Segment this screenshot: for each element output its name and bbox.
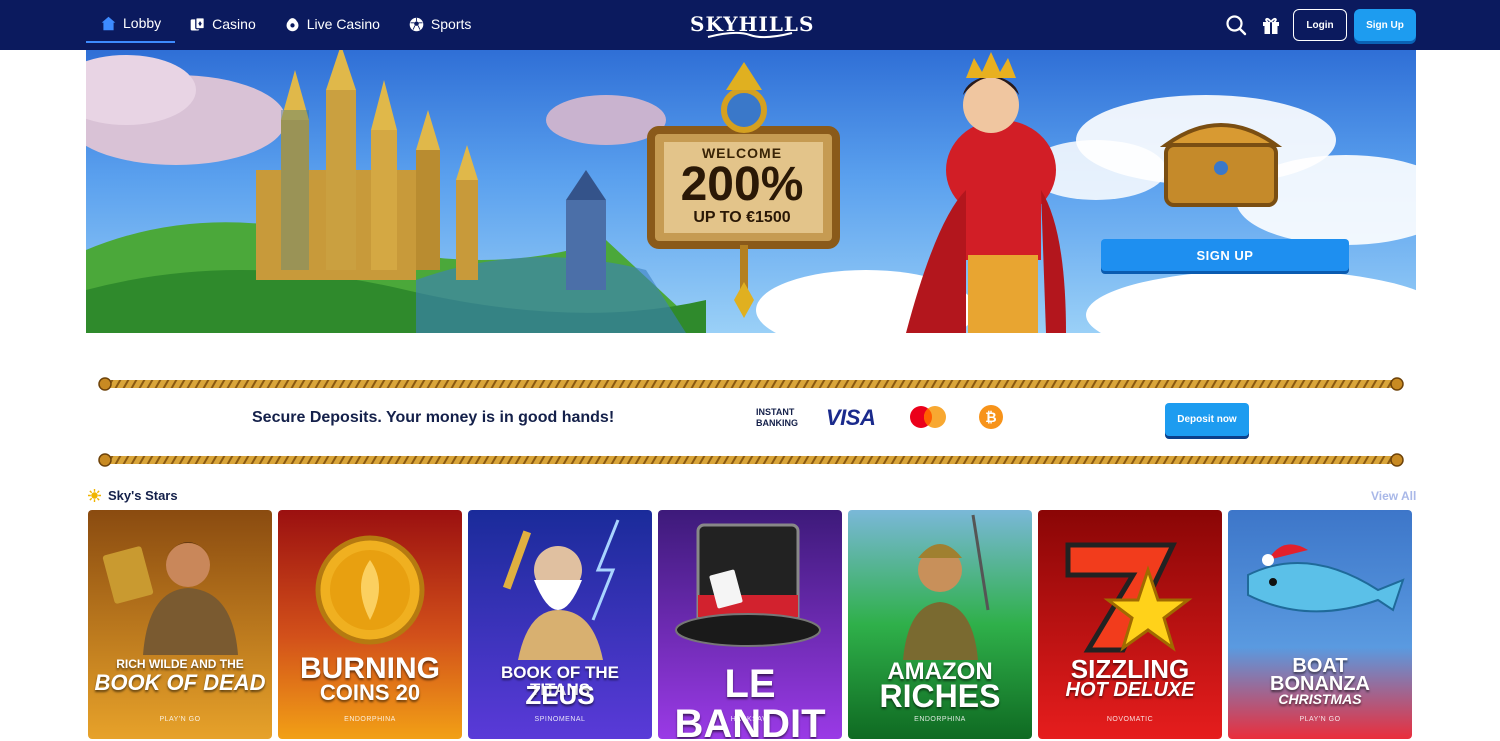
sun-star-icon xyxy=(88,489,101,502)
cards-icon xyxy=(190,16,206,30)
game-provider: NOVOMATIC xyxy=(1106,716,1154,723)
nav-live-casino[interactable]: Live Casino xyxy=(270,5,394,43)
view-all-link[interactable]: View All xyxy=(1371,489,1416,503)
game-tile-book-of-dead[interactable]: RICH WILDE AND THE BOOK OF DEAD PLAY'N G… xyxy=(88,510,272,739)
main-nav: Lobby Casino Live Casino Sports xyxy=(86,0,485,50)
deposit-now-button[interactable]: Deposit now xyxy=(1165,403,1249,436)
login-button[interactable]: Login xyxy=(1293,9,1347,41)
home-icon xyxy=(101,16,116,30)
nav-live-casino-label: Live Casino xyxy=(306,16,380,32)
logo-underline-swoosh xyxy=(707,31,793,39)
game-title-line-2: ZEUS xyxy=(525,680,595,710)
soccer-ball-icon xyxy=(409,17,424,31)
game-title-line-3: CHRISTMAS xyxy=(1278,691,1362,707)
game-title-line-2: HOT DELUXE xyxy=(1065,679,1195,701)
game-art xyxy=(88,510,272,739)
nav-lobby-label: Lobby xyxy=(123,15,162,31)
gift-icon[interactable] xyxy=(1260,14,1282,36)
game-tile-partial-next[interactable] xyxy=(1418,510,1446,739)
game-title-line-2: RICHES xyxy=(879,678,1001,714)
game-provider: HACKSAW xyxy=(730,716,770,723)
game-tile-le-bandit[interactable]: LE BANDIT HACKSAW xyxy=(658,510,842,739)
game-provider: ENDORPHINA xyxy=(344,716,396,723)
search-icon[interactable] xyxy=(1225,14,1247,36)
game-title-line-2: BOOK OF DEAD xyxy=(94,670,266,695)
game-provider: PLAY'N GO xyxy=(159,716,201,723)
game-tile-sizzling-hot-deluxe[interactable]: SIZZLING HOT DELUXE NOVOMATIC xyxy=(1038,510,1222,739)
games-carousel: RICH WILDE AND THE BOOK OF DEAD PLAY'N G… xyxy=(88,510,1446,741)
game-provider: ENDORPHINA xyxy=(914,716,966,723)
game-art xyxy=(1038,510,1222,739)
nav-casino-label: Casino xyxy=(212,16,256,32)
game-tile-amazon-riches[interactable]: AMAZON RICHES ENDORPHINA xyxy=(848,510,1032,739)
live-casino-icon xyxy=(286,17,299,31)
signup-button[interactable]: Sign Up xyxy=(1354,9,1416,41)
gold-rope-divider-bottom xyxy=(98,453,1404,467)
gold-rope-divider-top xyxy=(98,377,1404,391)
game-tile-burning-coins[interactable]: BURNING COINS 20 ENDORPHINA xyxy=(278,510,462,739)
instant-banking-logo: INSTANT BANKING xyxy=(756,407,798,429)
skyhills-logo[interactable]: SKYHILLS xyxy=(690,8,813,42)
nav-casino[interactable]: Casino xyxy=(175,5,270,43)
bonus-percent: 200% xyxy=(680,158,804,211)
game-provider: SPINOMENAL xyxy=(534,716,586,723)
game-title-line-1: RICH WILDE AND THE xyxy=(116,657,244,671)
instant-line-2: BANKING xyxy=(756,418,798,428)
game-provider: PLAY'N GO xyxy=(1299,716,1341,723)
visa-logo: VISA xyxy=(826,405,876,430)
welcome-offer-sign: WELCOME 200% UP TO €1500 xyxy=(646,128,838,246)
secure-deposits-text: Secure Deposits. Your money is in good h… xyxy=(252,409,615,426)
instant-line-1: INSTANT xyxy=(756,407,795,417)
bitcoin-icon: ₿ xyxy=(979,405,1003,429)
nav-sports-label: Sports xyxy=(430,16,472,32)
game-tile-boat-bonanza-christmas[interactable]: BOAT BONANZA CHRISTMAS PLAY'N GO xyxy=(1228,510,1412,739)
nav-sports[interactable]: Sports xyxy=(394,5,485,43)
game-art xyxy=(1418,510,1446,739)
welcome-banner[interactable]: WELCOME 200% UP TO €1500 SIGN UP xyxy=(86,50,1416,333)
bonus-amount: UP TO €1500 xyxy=(693,209,791,226)
nav-lobby[interactable]: Lobby xyxy=(86,5,176,43)
hero-signup-button[interactable]: SIGN UP xyxy=(1101,239,1349,271)
mastercard-icon xyxy=(910,406,946,428)
game-title-line-2: COINS 20 xyxy=(319,680,421,705)
top-navigation-bar: Lobby Casino Live Casino Sports SKYHILLS… xyxy=(0,0,1500,50)
game-title-line-2: LE BANDIT xyxy=(674,662,826,739)
game-tile-book-of-titans-zeus[interactable]: BOOK OF THE TITANS ZEUS SPINOMENAL xyxy=(468,510,652,739)
skys-stars-title: Sky's Stars xyxy=(108,488,178,503)
